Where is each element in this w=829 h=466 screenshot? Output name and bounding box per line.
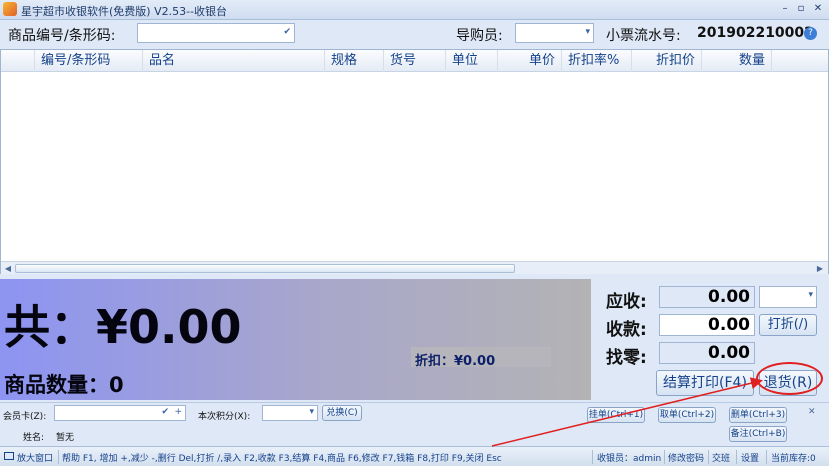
- annotation-arrow: [491, 377, 763, 447]
